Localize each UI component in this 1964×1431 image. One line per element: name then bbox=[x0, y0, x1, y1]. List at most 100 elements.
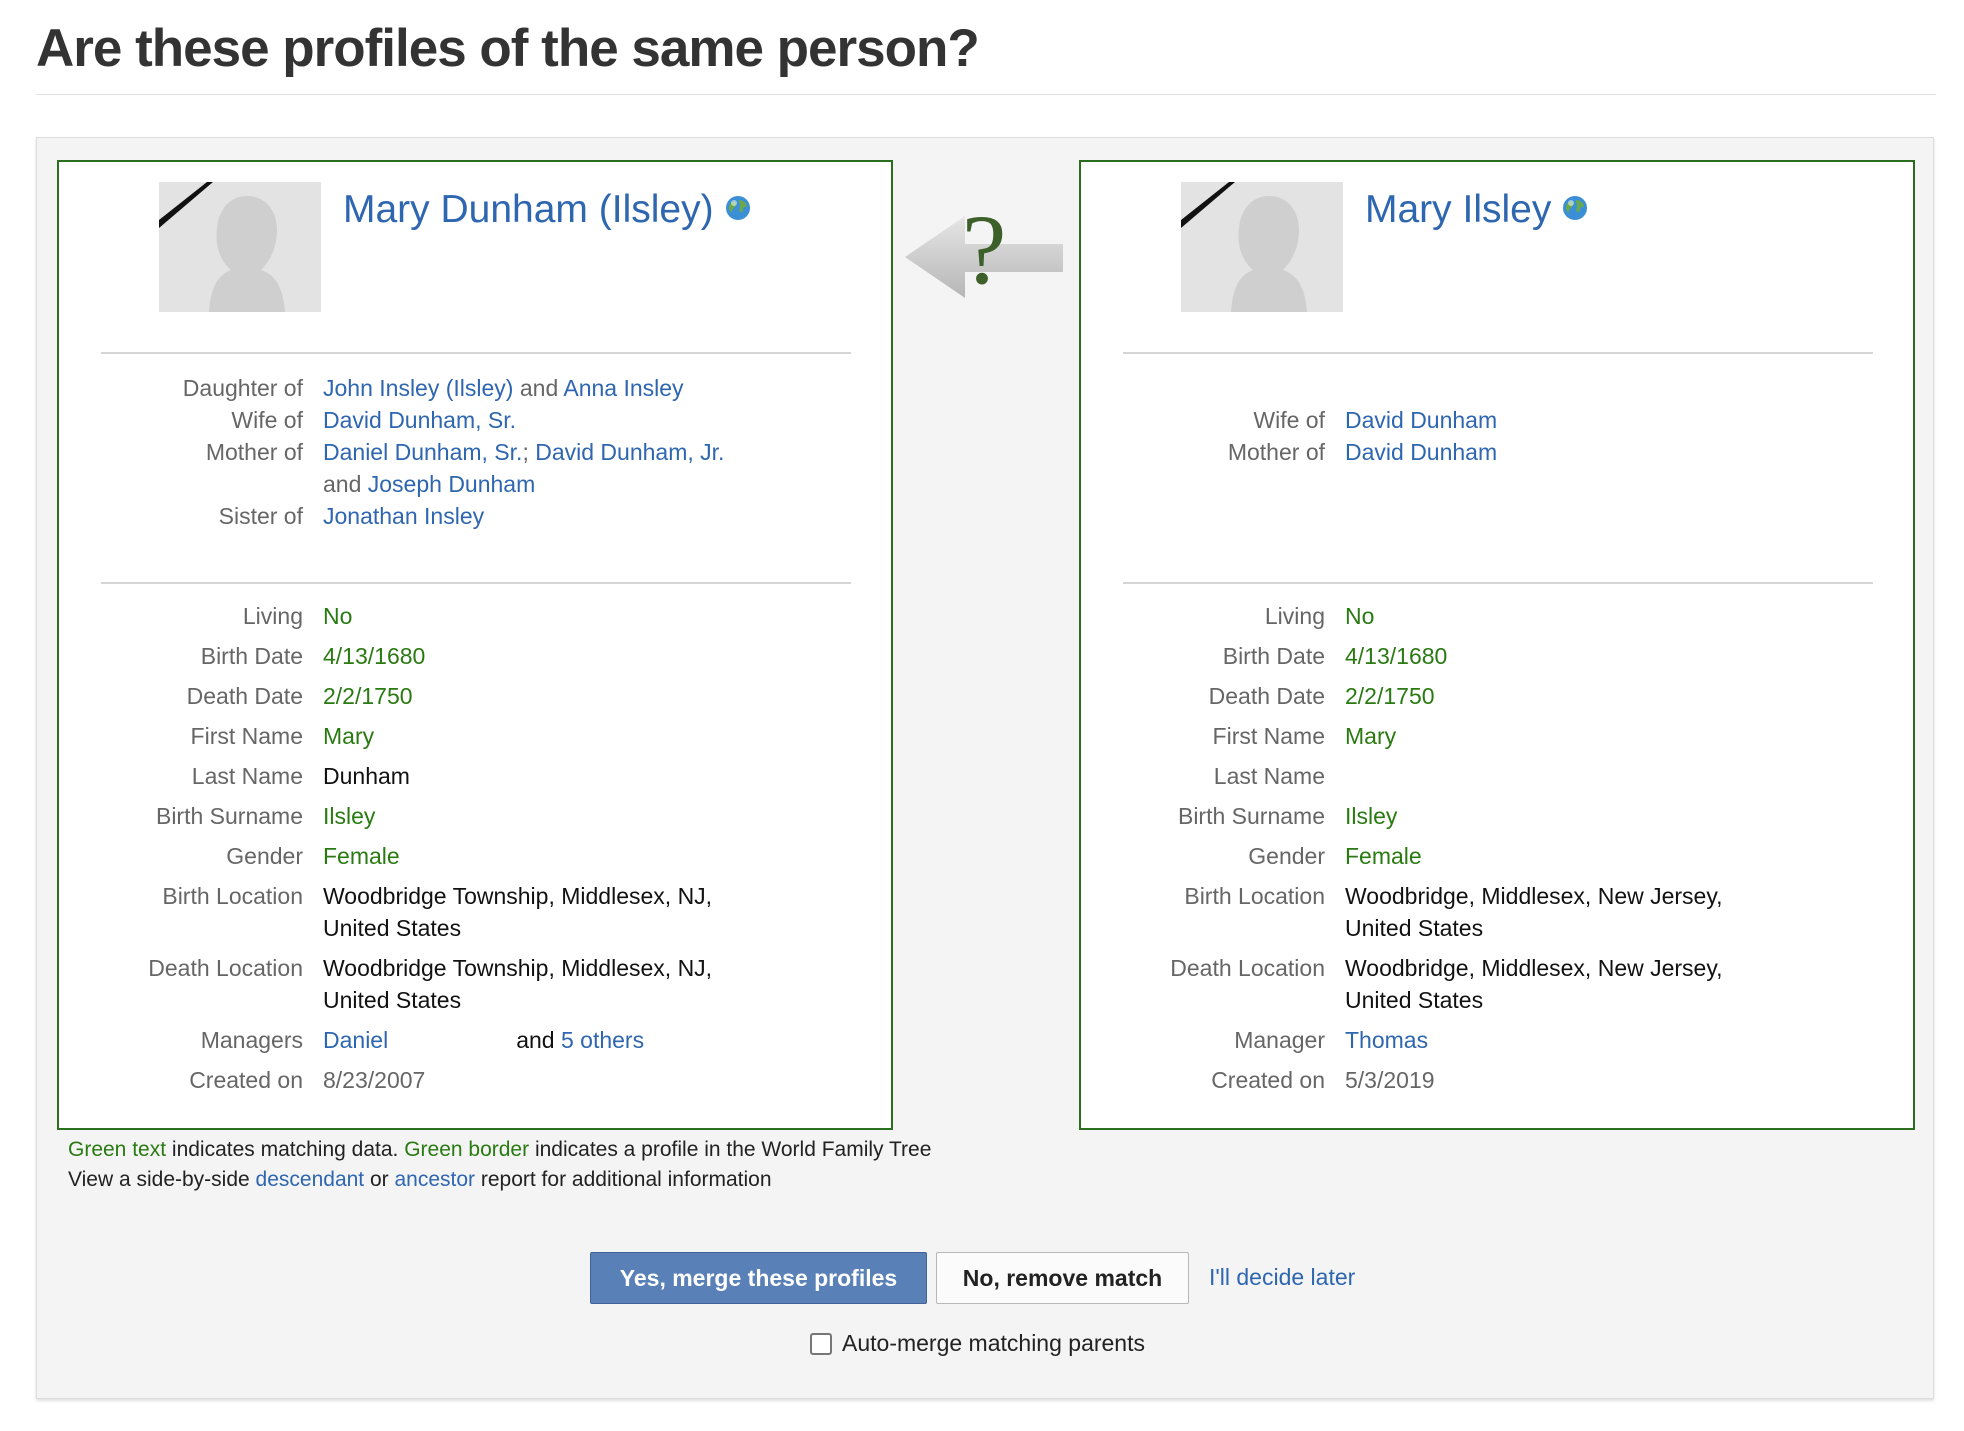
profile-name-text[interactable]: Mary Dunham (Ilsley) bbox=[343, 188, 714, 231]
field-value: Jonathan Insley bbox=[323, 500, 843, 532]
field-value: Mary bbox=[1345, 723, 1397, 749]
conjunction: and bbox=[519, 375, 559, 401]
field-value: Ilsley bbox=[323, 803, 376, 829]
mourning-ribbon-icon bbox=[159, 182, 213, 228]
field-label: Mother of bbox=[1227, 439, 1325, 465]
field-label: Death Location bbox=[148, 955, 303, 981]
decide-later-link[interactable]: I'll decide later bbox=[1209, 1264, 1355, 1291]
field-label: Death Date bbox=[1208, 683, 1325, 709]
spouse-link[interactable]: David Dunham bbox=[1345, 407, 1497, 433]
ancestor-report-link[interactable]: ancestor bbox=[394, 1168, 475, 1191]
field-value: David Dunham, Sr. bbox=[323, 404, 843, 436]
field-label: Birth Location bbox=[162, 883, 303, 909]
legend-text: or bbox=[364, 1168, 395, 1191]
location-line: United States bbox=[323, 987, 462, 1013]
location-line: Woodbridge, Middlesex, New Jersey, bbox=[1345, 883, 1723, 909]
title-divider bbox=[36, 94, 1936, 95]
parent-link[interactable]: John Insley (Ilsley) bbox=[323, 375, 513, 401]
field-value: Woodbridge, Middlesex, New Jersey, United… bbox=[1345, 952, 1865, 1016]
legend-green-text: Green text bbox=[68, 1138, 167, 1161]
manager-link[interactable]: Daniel bbox=[323, 1027, 388, 1053]
conjunction: and bbox=[516, 1027, 555, 1053]
field-label: Created on bbox=[189, 1067, 303, 1093]
location-line: Woodbridge Township, Middlesex, NJ, bbox=[323, 883, 713, 909]
child-link[interactable]: Joseph Dunham bbox=[368, 471, 536, 497]
field-value: Mary bbox=[323, 723, 375, 749]
field-label: Sister of bbox=[218, 503, 303, 529]
page-title: Are these profiles of the same person? bbox=[36, 19, 980, 78]
parent-link[interactable]: Anna Insley bbox=[563, 375, 683, 401]
section-divider bbox=[1123, 582, 1873, 584]
field-value: 4/13/1680 bbox=[1345, 643, 1448, 669]
field-label: Birth Surname bbox=[1177, 803, 1325, 829]
field-label: Death Location bbox=[1170, 955, 1325, 981]
field-label: First Name bbox=[1212, 723, 1325, 749]
auto-merge-checkbox[interactable] bbox=[810, 1333, 832, 1355]
profile-name-right[interactable]: Mary Ilsley bbox=[1365, 188, 1589, 232]
field-value: David Dunham bbox=[1345, 436, 1865, 468]
field-label: Daughter of bbox=[182, 375, 303, 401]
field-value: 5/3/2019 bbox=[1345, 1067, 1435, 1093]
legend-line-reports: View a side-by-side descendant or ancest… bbox=[68, 1168, 772, 1192]
globe-icon bbox=[724, 188, 752, 232]
sibling-link[interactable]: Jonathan Insley bbox=[323, 503, 484, 529]
field-value: Woodbridge Township, Middlesex, NJ, Unite… bbox=[323, 880, 843, 944]
field-label: Birth Surname bbox=[155, 803, 303, 829]
field-value: Female bbox=[323, 843, 400, 869]
field-value: David Dunham bbox=[1345, 404, 1865, 436]
field-label: Birth Location bbox=[1184, 883, 1325, 909]
field-label: Gender bbox=[226, 843, 303, 869]
profile-name-left[interactable]: Mary Dunham (Ilsley) bbox=[343, 188, 752, 232]
location-line: United States bbox=[1345, 987, 1484, 1013]
field-value: 4/13/1680 bbox=[323, 643, 426, 669]
field-label: Wife of bbox=[231, 407, 303, 433]
profile-name-text[interactable]: Mary Ilsley bbox=[1365, 188, 1551, 231]
field-value: Daniel Dunham, Sr.; David Dunham, Jr. and… bbox=[323, 436, 843, 500]
field-value: Female bbox=[1345, 843, 1422, 869]
auto-merge-option[interactable]: Auto-merge matching parents bbox=[810, 1330, 1145, 1357]
female-silhouette-icon[interactable] bbox=[1181, 182, 1343, 312]
field-value: Ilsley bbox=[1345, 803, 1398, 829]
field-value: No bbox=[323, 603, 353, 629]
field-label: Managers bbox=[200, 1027, 303, 1053]
merge-profiles-button[interactable]: Yes, merge these profiles bbox=[590, 1252, 927, 1304]
location-line: Woodbridge, Middlesex, New Jersey, bbox=[1345, 955, 1723, 981]
field-value: Thomas bbox=[1345, 1024, 1865, 1056]
spouse-link[interactable]: David Dunham, Sr. bbox=[323, 407, 516, 433]
field-value: Woodbridge, Middlesex, New Jersey, United… bbox=[1345, 880, 1865, 944]
field-label: Created on bbox=[1211, 1067, 1325, 1093]
remove-match-button[interactable]: No, remove match bbox=[936, 1252, 1189, 1304]
child-link[interactable]: David Dunham bbox=[1345, 439, 1497, 465]
child-link[interactable]: Daniel Dunham, Sr. bbox=[323, 439, 522, 465]
separator: ; bbox=[522, 439, 529, 465]
auto-merge-label[interactable]: Auto-merge matching parents bbox=[842, 1330, 1145, 1356]
conjunction: and bbox=[323, 471, 362, 497]
field-value: Woodbridge Township, Middlesex, NJ, Unite… bbox=[323, 952, 843, 1016]
field-value: 2/2/1750 bbox=[1345, 683, 1435, 709]
profile-card-right: Mary Ilsley Wife of David Dunham Mother … bbox=[1079, 160, 1915, 1130]
manager-link[interactable]: Thomas bbox=[1345, 1027, 1428, 1053]
legend-green-border: Green border bbox=[404, 1138, 530, 1161]
female-silhouette-icon[interactable] bbox=[159, 182, 321, 312]
section-divider bbox=[101, 582, 851, 584]
field-label: Death Date bbox=[186, 683, 303, 709]
profile-card-left: Mary Dunham (Ilsley) Daughter of John In… bbox=[57, 160, 893, 1130]
field-label: Last Name bbox=[191, 763, 303, 789]
legend-text: report for additional information bbox=[475, 1168, 772, 1191]
other-managers-link[interactable]: 5 others bbox=[561, 1027, 644, 1053]
legend-text: View a side-by-side bbox=[68, 1168, 256, 1191]
legend-text: indicates a profile in the World Family … bbox=[529, 1138, 932, 1161]
field-label: Manager bbox=[1234, 1027, 1325, 1053]
section-divider bbox=[1123, 352, 1873, 354]
legend-text: indicates matching data. bbox=[166, 1138, 405, 1161]
descendant-report-link[interactable]: descendant bbox=[256, 1168, 365, 1191]
globe-icon bbox=[1561, 188, 1589, 232]
field-label: Wife of bbox=[1253, 407, 1325, 433]
field-label: Living bbox=[242, 603, 303, 629]
field-value: Dunham bbox=[323, 763, 410, 789]
field-value: 8/23/2007 bbox=[323, 1067, 426, 1093]
child-link[interactable]: David Dunham, Jr. bbox=[535, 439, 724, 465]
field-value: 2/2/1750 bbox=[323, 683, 413, 709]
location-line: United States bbox=[323, 915, 462, 941]
field-label: First Name bbox=[190, 723, 303, 749]
